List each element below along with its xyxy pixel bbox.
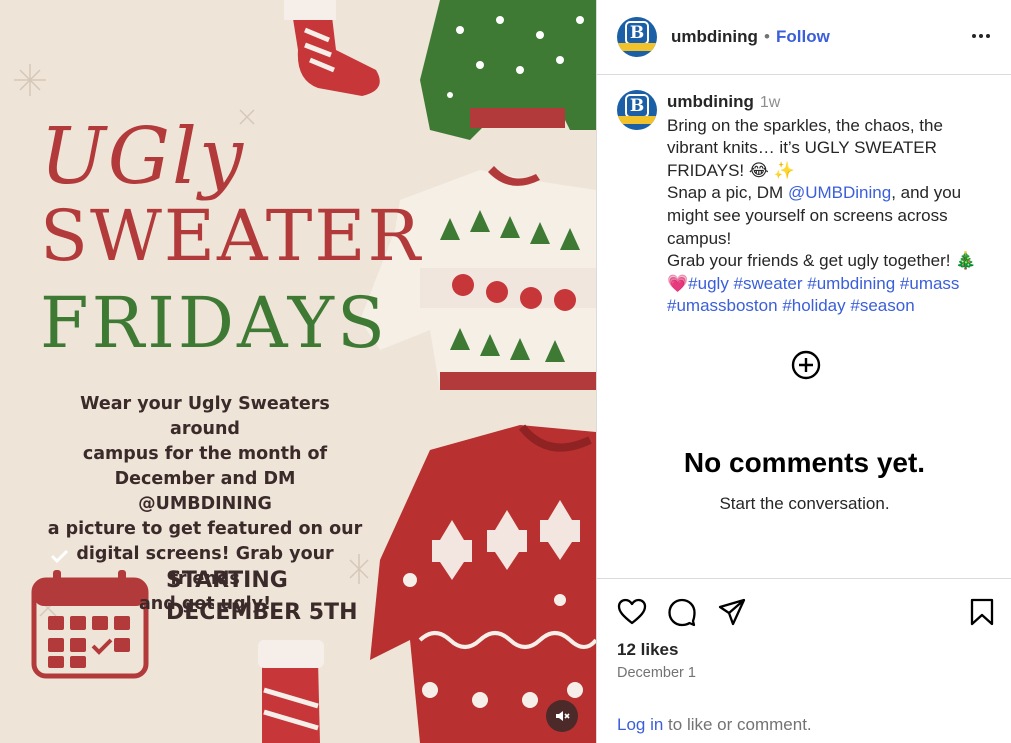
poster-title-line2: SWEATER (40, 195, 423, 277)
poster-body-line: Wear your Ugly Sweaters around (80, 394, 330, 439)
add-circle-icon[interactable] (791, 350, 821, 380)
bookmark-icon[interactable] (967, 597, 997, 627)
avatar[interactable]: B (617, 17, 657, 57)
post-date[interactable]: December 1 (617, 665, 696, 681)
comment-bubble-icon[interactable] (667, 597, 697, 627)
caption-line2: Snap a pic, DM @UMBDining, and you might… (667, 183, 962, 248)
stocking-bottom (258, 640, 324, 743)
hashtag-link[interactable]: #holiday (782, 296, 845, 315)
caption-time: 1w (759, 94, 781, 111)
caption-line1: Bring on the sparkles, the chaos, the vi… (667, 115, 943, 180)
post-sidebar: B umbdining • Follow B umbdining 1w Bring… (596, 0, 1011, 743)
caption-hashtags: 💗#ugly #sweater #umbdining #umass #umass… (667, 273, 997, 318)
post-media[interactable]: UGly SWEATER FRIDAYS Wear your Ugly Swea… (0, 0, 596, 743)
red-sweater (370, 424, 596, 743)
hashtag-link[interactable]: #umassboston (667, 296, 778, 315)
poster-body-line: campus for the month of (82, 444, 328, 464)
stocking-top (284, 0, 380, 96)
poster-title-line1: UGly (40, 112, 246, 202)
follow-button[interactable]: Follow (776, 27, 830, 47)
hashtag-link[interactable]: #ugly (688, 274, 729, 293)
poster-start-date: STARTING DECEMBER 5TH (166, 565, 357, 629)
mute-button[interactable] (546, 700, 578, 732)
post-header: B umbdining • Follow (597, 0, 1011, 75)
likes-count[interactable]: 12 likes (617, 640, 678, 660)
login-prompt: Log in to like or comment. (617, 715, 812, 734)
poster-body-line: a picture to get featured on our (47, 519, 363, 539)
like-heart-icon[interactable] (617, 597, 647, 627)
share-send-icon[interactable] (717, 597, 747, 627)
no-comments-subtitle: Start the conversation. (719, 494, 890, 513)
green-sweater (420, 0, 596, 140)
poster-title-line3: FRIDAYS (40, 282, 388, 364)
mention-link[interactable]: @UMBDining (788, 183, 891, 202)
hashtag-link[interactable]: #umbdining (807, 274, 895, 293)
no-comments-title: No comments yet. (683, 447, 926, 478)
poster-body-line: December and DM @UMBDINING (114, 469, 296, 514)
heart-emoji: 💗 (667, 273, 689, 293)
login-link[interactable]: Log in (617, 715, 663, 734)
more-options-icon[interactable] (969, 24, 993, 48)
hashtag-link[interactable]: #umass (900, 274, 960, 293)
muted-speaker-icon (556, 711, 570, 721)
caption-username[interactable]: umbdining (667, 92, 754, 111)
poster-start-line1: STARTING (166, 568, 288, 593)
post-caption: umbdining 1w Bring on the sparkles, the c… (667, 91, 997, 318)
header-username[interactable]: umbdining (671, 27, 758, 47)
caption-line3: Grab your friends & get ugly together! 🎄 (667, 251, 977, 271)
hashtag-link[interactable]: #sweater (734, 274, 803, 293)
caption-avatar[interactable]: B (617, 90, 657, 130)
post-actions: 12 likes December 1 Log in to like or co… (597, 578, 1011, 743)
hashtag-link[interactable]: #season (850, 296, 914, 315)
poster-start-line2: DECEMBER 5TH (166, 600, 358, 625)
header-separator: • (764, 27, 770, 46)
